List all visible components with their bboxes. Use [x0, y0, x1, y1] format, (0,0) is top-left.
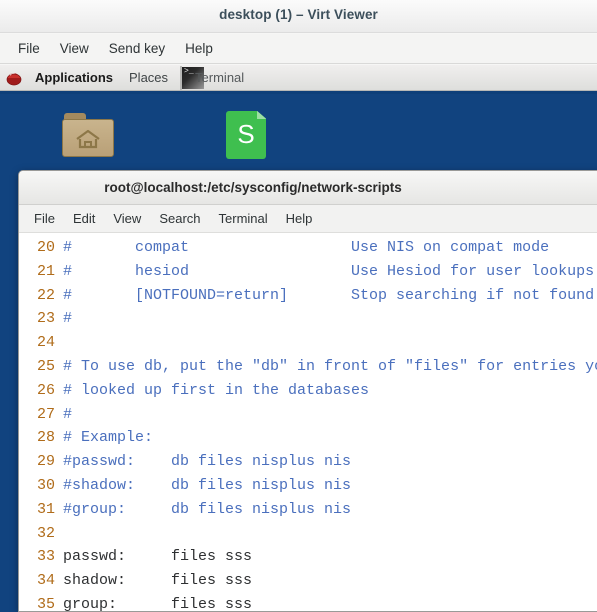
virt-viewer-menubar: File View Send key Help [0, 34, 597, 64]
editor-line: 25 # To use db, put the "db" in front of … [25, 355, 597, 379]
editor-line-text: # Example: [63, 429, 154, 447]
terminal-title: root@localhost:/etc/sysconfig/network-sc… [104, 180, 402, 195]
editor-line: 32 [25, 522, 597, 546]
editor-line-number: 22 [36, 286, 55, 304]
editor-line-number: 31 [36, 500, 55, 518]
terminal-titlebar: root@localhost:/etc/sysconfig/network-sc… [19, 171, 597, 205]
editor-line-number: 34 [36, 572, 55, 590]
editor-line-text: # To use db, put the "db" in front of "f… [63, 357, 597, 375]
editor-line-number: 24 [36, 334, 55, 352]
gnome-top-panel: Applications Places Terminal [0, 65, 597, 91]
terminal-menubar: File Edit View Search Terminal Help [19, 205, 597, 233]
menu-help[interactable]: Help [175, 38, 223, 59]
editor-line: 20 # compat Use NIS on compat mode [25, 236, 597, 260]
panel-places-menu[interactable]: Places [121, 70, 176, 85]
editor-line-number: 26 [36, 381, 55, 399]
terminal-menu-file[interactable]: File [25, 209, 64, 228]
editor-line: 35 group: files sss [25, 593, 597, 612]
editor-line-text: # [63, 310, 73, 328]
screen: desktop (1) – Virt Viewer File View Send… [0, 0, 597, 612]
editor-line-text: # [NOTFOUND=return] Stop searching if no… [63, 286, 597, 304]
taskbar-item-terminal[interactable]: Terminal [182, 66, 252, 90]
spreadsheet-glyph: S [237, 119, 255, 149]
home-folder-icon [62, 113, 114, 157]
taskbar-item-label: Terminal [195, 70, 245, 85]
editor-line-number: 32 [36, 524, 55, 542]
editor-line: 30 #shadow: db files nisplus nis [25, 474, 597, 498]
editor-line: 21 # hesiod Use Hesiod for user lookups [25, 260, 597, 284]
virt-viewer-titlebar: desktop (1) – Virt Viewer [0, 0, 597, 33]
editor-line-text: #passwd: db files nisplus nis [63, 453, 352, 471]
terminal-menu-edit[interactable]: Edit [64, 209, 104, 228]
editor-line-text: # looked up first in the databases [63, 381, 370, 399]
menu-file[interactable]: File [8, 38, 50, 59]
editor-line: 22 # [NOTFOUND=return] Stop searching if … [25, 284, 597, 308]
editor-line-number: 33 [36, 548, 55, 566]
editor-line: 23 # [25, 307, 597, 331]
editor-line: 27 # [25, 403, 597, 427]
panel-underline [0, 91, 597, 94]
menu-send-key[interactable]: Send key [99, 38, 175, 59]
editor-line: 31 #group: db files nisplus nis [25, 498, 597, 522]
terminal-menu-search[interactable]: Search [150, 209, 209, 228]
spreadsheet-icon: S [226, 111, 266, 159]
editor-line-number: 25 [36, 357, 55, 375]
terminal-menu-view[interactable]: View [104, 209, 150, 228]
editor-line-text: # [63, 405, 73, 423]
editor-line-number: 28 [36, 429, 55, 447]
editor-line-text: #shadow: db files nisplus nis [63, 476, 352, 494]
editor-line-number: 30 [36, 476, 55, 494]
editor-line-number: 20 [36, 239, 55, 256]
editor-line-text: passwd: files sss [63, 548, 253, 566]
editor-line: 28 # Example: [25, 426, 597, 450]
desktop-icon-home[interactable] [56, 113, 120, 157]
editor-line-number: 21 [36, 262, 55, 280]
editor-line-number: 27 [36, 405, 55, 423]
editor-line-number: 29 [36, 453, 55, 471]
redhat-logo-icon[interactable] [6, 70, 22, 86]
editor-line-text: #group: db files nisplus nis [63, 500, 352, 518]
editor-line: 24 [25, 331, 597, 355]
editor-line: 33 passwd: files sss [25, 545, 597, 569]
editor-line-text: # compat Use NIS on compat mode [63, 239, 550, 256]
panel-applications-menu[interactable]: Applications [27, 70, 121, 85]
desktop-icon-spreadsheet[interactable]: S [214, 111, 278, 159]
virt-viewer-title: desktop (1) – Virt Viewer [219, 7, 378, 22]
editor-line-text: # hesiod Use Hesiod for user lookups [63, 262, 595, 280]
editor-line: 26 # looked up first in the databases [25, 379, 597, 403]
terminal-menu-terminal[interactable]: Terminal [210, 209, 277, 228]
terminal-menu-help[interactable]: Help [277, 209, 322, 228]
editor-line-number: 23 [36, 310, 55, 328]
editor-line-number: 35 [36, 595, 55, 612]
editor-text-area[interactable]: 20 # compat Use NIS on compat mode 21 # hes… [19, 233, 597, 612]
menu-view[interactable]: View [50, 38, 99, 59]
editor-line-text: shadow: files sss [63, 572, 253, 590]
house-glyph-icon [76, 129, 100, 149]
guest-desktop: Applications Places Terminal [0, 65, 597, 612]
terminal-window[interactable]: root@localhost:/etc/sysconfig/network-sc… [18, 170, 597, 612]
editor-line-text: group: files sss [63, 595, 253, 612]
editor-line: 34 shadow: files sss [25, 569, 597, 593]
editor-line: 29 #passwd: db files nisplus nis [25, 450, 597, 474]
